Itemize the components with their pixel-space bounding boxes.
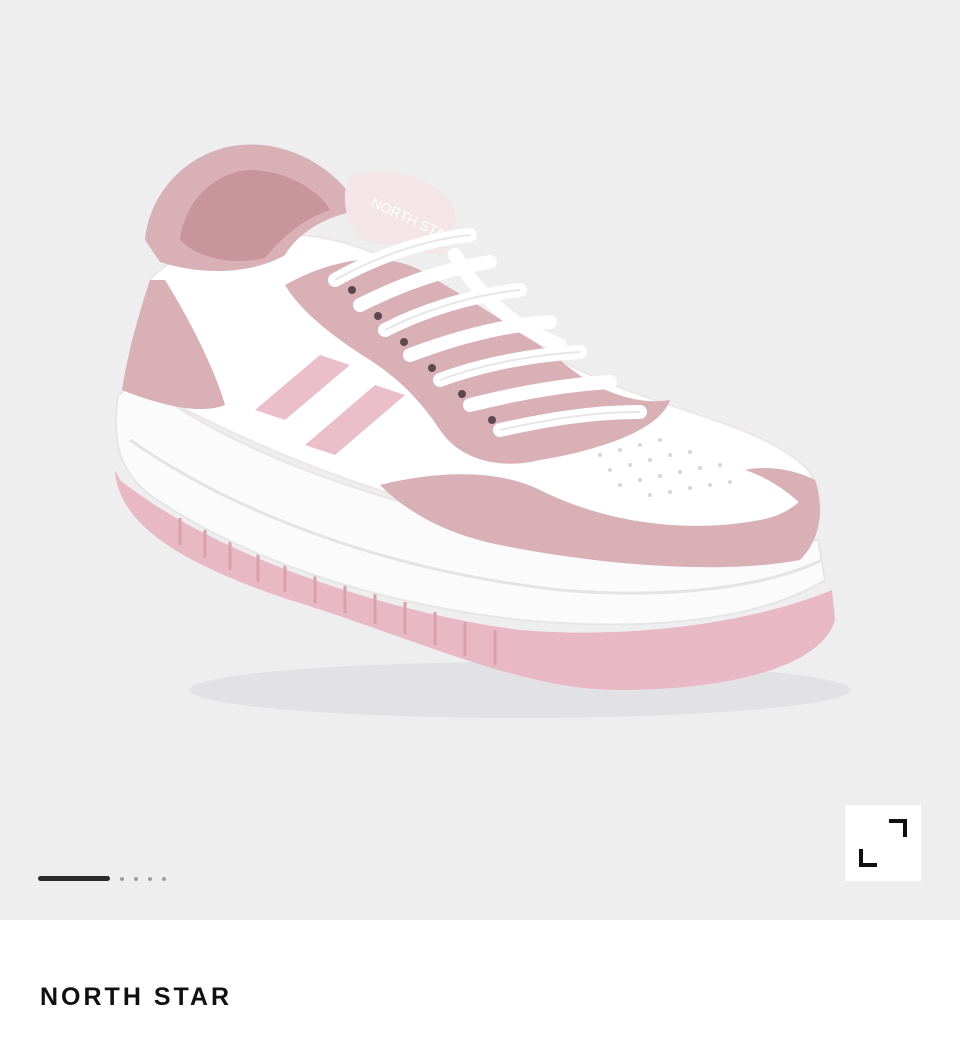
pager-dot[interactable] bbox=[120, 877, 124, 881]
pager-dot[interactable] bbox=[148, 877, 152, 881]
pager-dot[interactable] bbox=[162, 877, 166, 881]
expand-icon bbox=[859, 819, 907, 867]
expand-image-button[interactable] bbox=[845, 805, 921, 881]
pager-dot[interactable] bbox=[134, 877, 138, 881]
pager-active-indicator[interactable] bbox=[38, 876, 110, 881]
product-image-gallery[interactable]: NORTH STAR bbox=[0, 0, 960, 920]
brand-name[interactable]: NORTH STAR bbox=[40, 983, 232, 1012]
product-image[interactable]: NORTH STAR bbox=[0, 0, 960, 920]
